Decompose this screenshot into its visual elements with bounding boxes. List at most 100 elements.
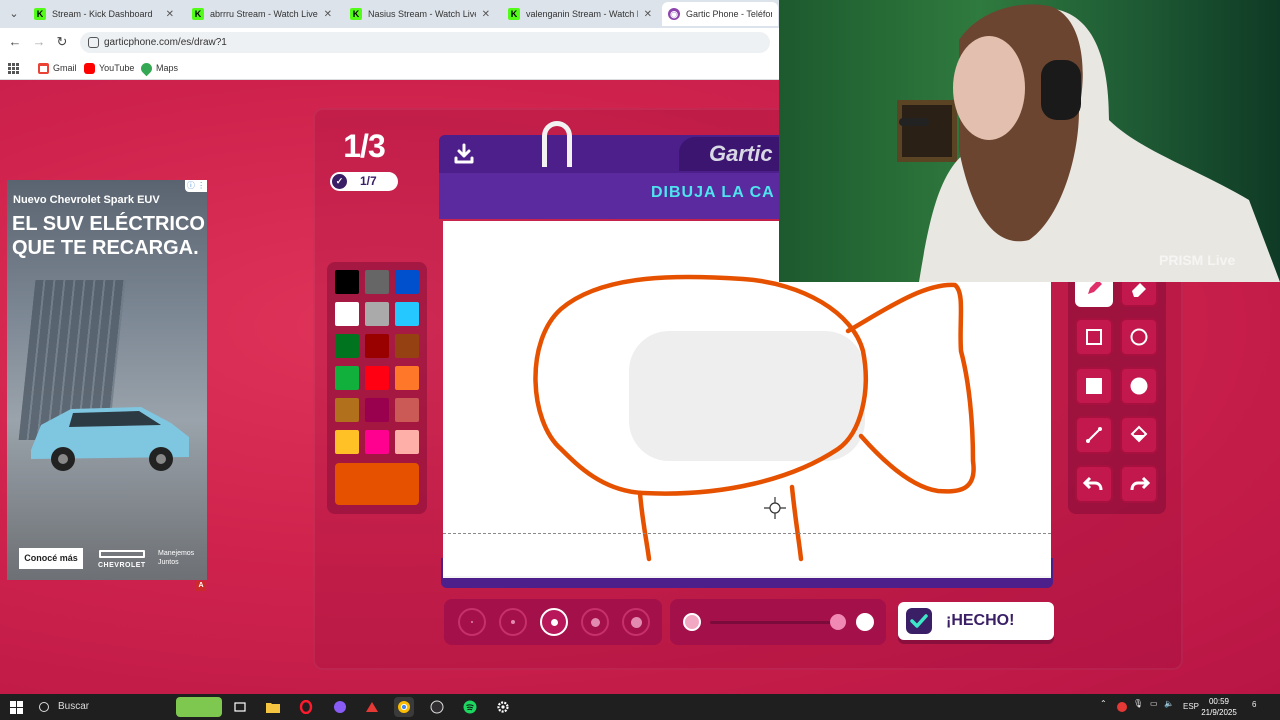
tab-close-icon[interactable]: ✕ xyxy=(166,9,174,20)
tray-overflow-icon[interactable]: ⌃ xyxy=(1100,699,1107,708)
rectangle-fill-tool[interactable] xyxy=(1075,367,1113,405)
ellipse-fill-tool[interactable] xyxy=(1120,367,1158,405)
reload-icon[interactable]: ↻ xyxy=(53,33,71,51)
microphone-icon[interactable]: 🎙 xyxy=(1133,699,1143,708)
apps-grid-icon[interactable] xyxy=(8,61,19,75)
opera-icon[interactable] xyxy=(296,697,316,717)
url-input[interactable]: garticphone.com/es/draw?1 xyxy=(80,32,770,53)
brush-size-2-button[interactable] xyxy=(499,608,527,636)
color-swatch[interactable] xyxy=(365,398,389,422)
color-swatch[interactable] xyxy=(395,366,419,390)
ellipse-outline-tool[interactable] xyxy=(1120,318,1158,356)
gartic-icon: ◉ xyxy=(668,8,680,20)
clock-time: 00:59 xyxy=(1208,697,1230,706)
line-icon xyxy=(1086,427,1102,443)
ellipse-outline-icon xyxy=(1130,328,1148,346)
ad-info-icon[interactable]: ⓘ ⋮ xyxy=(185,180,207,192)
browser-tab-1[interactable]: K Stream - Kick Dashboard ✕ xyxy=(28,2,180,26)
kick-icon: K xyxy=(34,8,46,20)
color-swatch[interactable] xyxy=(395,302,419,326)
color-swatch[interactable] xyxy=(335,334,359,358)
tab-close-icon[interactable]: ✕ xyxy=(482,9,490,20)
browser-tab-5-active[interactable]: ◉ Gartic Phone - Teléfono De xyxy=(662,2,778,26)
color-swatch[interactable] xyxy=(335,366,359,390)
opacity-handle[interactable] xyxy=(830,614,846,630)
widgets-weather-icon[interactable] xyxy=(176,697,222,717)
file-explorer-icon[interactable] xyxy=(263,697,283,717)
kick-icon: K xyxy=(508,8,520,20)
fill-bucket-tool[interactable] xyxy=(1120,416,1158,454)
browser-tab-4[interactable]: K valenganin Stream - Watch Live ✕ xyxy=(502,2,658,26)
color-swatch[interactable] xyxy=(335,398,359,422)
task-view-icon[interactable] xyxy=(230,697,250,717)
redo-tool[interactable] xyxy=(1120,465,1158,503)
url-text: garticphone.com/es/draw?1 xyxy=(104,37,227,48)
crosshair-icon xyxy=(764,497,786,519)
bookmark-gmail[interactable]: Gmail xyxy=(38,61,77,75)
ad-cta-button[interactable]: Conocé más xyxy=(19,548,83,569)
color-swatch[interactable] xyxy=(365,334,389,358)
settings-gear-icon[interactable] xyxy=(493,697,513,717)
color-swatch[interactable] xyxy=(395,334,419,358)
tab-label: valenganin Stream - Watch Live xyxy=(526,9,638,19)
color-swatch[interactable] xyxy=(395,430,419,454)
undo-tool[interactable] xyxy=(1075,465,1113,503)
chrome-icon[interactable] xyxy=(394,697,414,717)
done-button[interactable]: ¡HECHO! xyxy=(898,602,1054,640)
color-swatch[interactable] xyxy=(335,270,359,294)
tray-record-icon[interactable] xyxy=(1117,702,1127,712)
adchoices-icon[interactable]: A xyxy=(196,581,206,591)
color-swatch[interactable] xyxy=(365,270,389,294)
gartic-watermark-logo xyxy=(629,331,865,461)
redo-icon xyxy=(1130,476,1150,491)
opacity-track[interactable] xyxy=(710,621,840,624)
brush-size-3-button[interactable] xyxy=(540,608,568,636)
volume-icon[interactable]: 🔈 xyxy=(1164,699,1174,708)
notifications-icon[interactable]: 6 xyxy=(1252,700,1256,709)
ad-brand-name: CHEVROLET xyxy=(98,562,146,569)
line-tool[interactable] xyxy=(1075,416,1113,454)
color-swatch[interactable] xyxy=(365,302,389,326)
tab-label: abrrru Stream - Watch Live on Kick xyxy=(210,9,318,19)
spotify-icon[interactable] xyxy=(460,697,480,717)
opacity-slider[interactable] xyxy=(670,599,886,645)
obs-icon[interactable] xyxy=(427,697,447,717)
done-label: ¡HECHO! xyxy=(946,612,1015,629)
bookmark-youtube[interactable]: YouTube xyxy=(84,61,134,75)
tab-close-icon[interactable]: ✕ xyxy=(324,9,332,20)
windows-start-icon[interactable] xyxy=(6,697,26,717)
back-arrow-icon[interactable]: ← xyxy=(6,33,24,51)
forward-arrow-icon[interactable]: → xyxy=(30,33,48,51)
network-icon[interactable]: ▭ xyxy=(1150,699,1158,708)
bookmark-label: YouTube xyxy=(99,63,135,73)
players-done-badge: ✓ 1/7 xyxy=(330,172,398,191)
bookmark-label: Gmail xyxy=(53,63,77,73)
chevrolet-ad-banner[interactable]: Nuevo Chevrolet Spark EUV EL SUV ELÉCTRI… xyxy=(7,180,207,580)
taskbar-clock[interactable]: 00:59 21/9/2025 xyxy=(1196,696,1242,718)
round-counter: 1/3 xyxy=(343,128,385,164)
bookmark-maps[interactable]: Maps xyxy=(138,60,178,76)
webcam-overlay: PRISM Live xyxy=(779,0,1280,282)
taskbar-search-input[interactable]: Buscar xyxy=(30,696,170,718)
browser-tab-3[interactable]: K Nasius Stream - Watch Live on Kick ✕ xyxy=(344,2,496,26)
color-swatch[interactable] xyxy=(335,302,359,326)
app-red-triangle-icon[interactable] xyxy=(362,697,382,717)
notification-count: 6 xyxy=(1252,700,1257,709)
color-swatch[interactable] xyxy=(335,430,359,454)
brush-size-1-button[interactable] xyxy=(458,608,486,636)
color-swatch[interactable] xyxy=(395,270,419,294)
color-swatch[interactable] xyxy=(365,430,389,454)
tab-search-menu-button[interactable]: ⌄ xyxy=(4,4,24,24)
color-swatch[interactable] xyxy=(395,398,419,422)
current-color-swatch[interactable] xyxy=(335,463,419,505)
site-info-icon[interactable] xyxy=(88,37,99,48)
color-swatch[interactable] xyxy=(365,366,389,390)
ad-car-image xyxy=(31,407,189,471)
messenger-icon[interactable] xyxy=(330,697,350,717)
rectangle-outline-tool[interactable] xyxy=(1075,318,1113,356)
brush-size-4-button[interactable] xyxy=(581,608,609,636)
brush-size-5-button[interactable] xyxy=(622,608,650,636)
tab-close-icon[interactable]: ✕ xyxy=(644,9,652,20)
download-icon[interactable] xyxy=(452,142,476,166)
browser-tab-2[interactable]: K abrrru Stream - Watch Live on Kick ✕ xyxy=(186,2,338,26)
